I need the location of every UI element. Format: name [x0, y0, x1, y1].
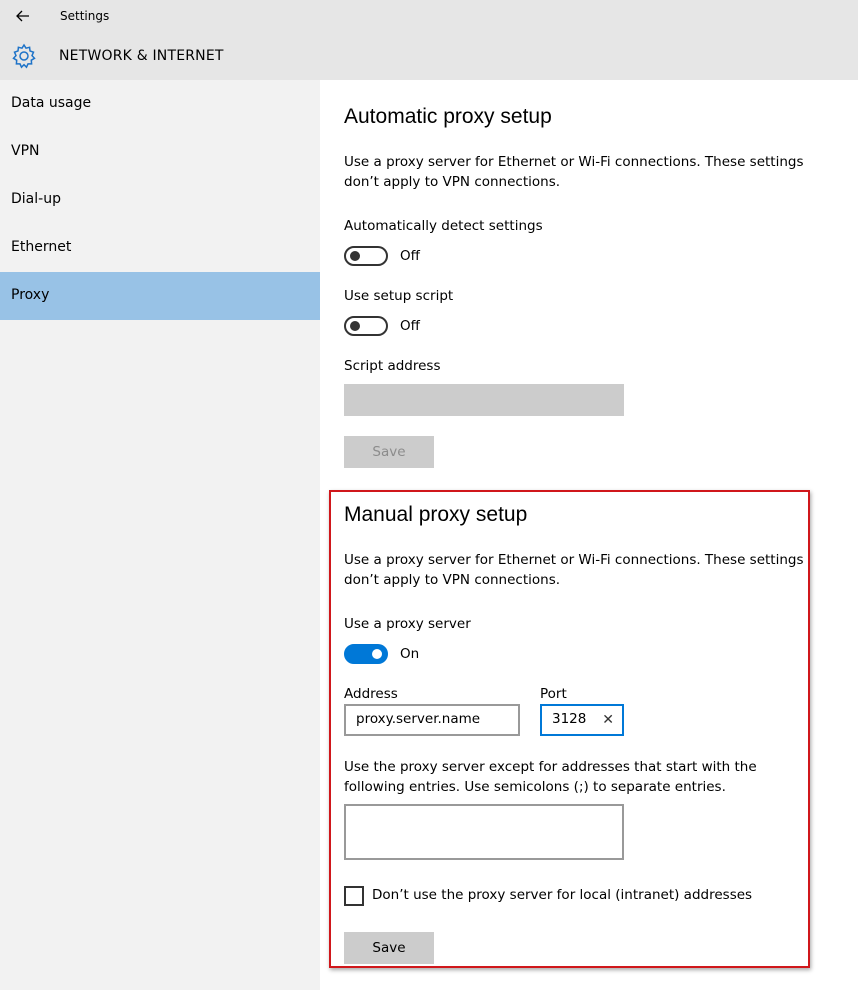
- toggle-knob: [350, 321, 360, 331]
- manual-save-button[interactable]: Save: [344, 932, 434, 964]
- page-header: NETWORK & INTERNET: [0, 32, 858, 80]
- sidebar-item-label: Dial-up: [11, 191, 61, 207]
- automatic-save-button[interactable]: Save: [344, 436, 434, 468]
- script-address-label: Script address: [344, 358, 441, 374]
- title-bar: Settings: [0, 0, 858, 32]
- sidebar-item-label: Ethernet: [11, 239, 72, 255]
- sidebar-item-ethernet[interactable]: Ethernet: [0, 224, 320, 272]
- manual-proxy-description: Use a proxy server for Ethernet or Wi-Fi…: [344, 552, 804, 588]
- sidebar: Data usage VPN Dial-up Ethernet Proxy: [0, 80, 320, 990]
- use-proxy-label: Use a proxy server: [344, 616, 471, 632]
- clear-icon[interactable]: ✕: [602, 712, 614, 728]
- port-value: 3128: [552, 711, 587, 727]
- local-bypass-checkbox[interactable]: [344, 886, 364, 906]
- automatic-proxy-description: Use a proxy server for Ethernet or Wi-Fi…: [344, 154, 804, 190]
- gear-icon: [12, 43, 36, 69]
- sidebar-item-dial-up[interactable]: Dial-up: [0, 176, 320, 224]
- automatic-proxy-heading: Automatic proxy setup: [344, 105, 552, 128]
- toggle-knob: [350, 251, 360, 261]
- setup-script-label: Use setup script: [344, 288, 454, 304]
- use-proxy-toggle[interactable]: [344, 644, 388, 664]
- manual-proxy-heading: Manual proxy setup: [344, 503, 528, 526]
- sidebar-item-label: Proxy: [11, 287, 50, 303]
- back-button[interactable]: [8, 4, 38, 28]
- auto-detect-label: Automatically detect settings: [344, 218, 543, 234]
- address-label: Address: [344, 686, 398, 702]
- auto-detect-state: Off: [400, 248, 420, 264]
- setup-script-state: Off: [400, 318, 420, 334]
- setup-script-toggle[interactable]: [344, 316, 388, 336]
- sidebar-item-label: Data usage: [11, 95, 92, 111]
- use-proxy-state: On: [400, 646, 420, 662]
- exceptions-description: Use the proxy server except for addresse…: [344, 759, 757, 795]
- script-address-input[interactable]: [344, 384, 624, 416]
- toggle-knob: [372, 649, 382, 659]
- address-input[interactable]: proxy.server.name: [344, 704, 520, 736]
- exceptions-input[interactable]: [344, 804, 624, 860]
- window-title: Settings: [60, 9, 110, 23]
- port-label: Port: [540, 686, 567, 702]
- port-input[interactable]: 3128 ✕: [540, 704, 624, 736]
- auto-detect-toggle[interactable]: [344, 246, 388, 266]
- sidebar-item-vpn[interactable]: VPN: [0, 128, 320, 176]
- local-bypass-label: Don’t use the proxy server for local (in…: [372, 887, 753, 903]
- section-title: NETWORK & INTERNET: [59, 48, 224, 64]
- sidebar-item-label: VPN: [11, 143, 40, 159]
- sidebar-item-data-usage[interactable]: Data usage: [0, 80, 320, 128]
- sidebar-item-proxy[interactable]: Proxy: [0, 272, 320, 320]
- content-pane: Automatic proxy setup Use a proxy server…: [320, 80, 858, 990]
- back-arrow-icon: [16, 10, 29, 22]
